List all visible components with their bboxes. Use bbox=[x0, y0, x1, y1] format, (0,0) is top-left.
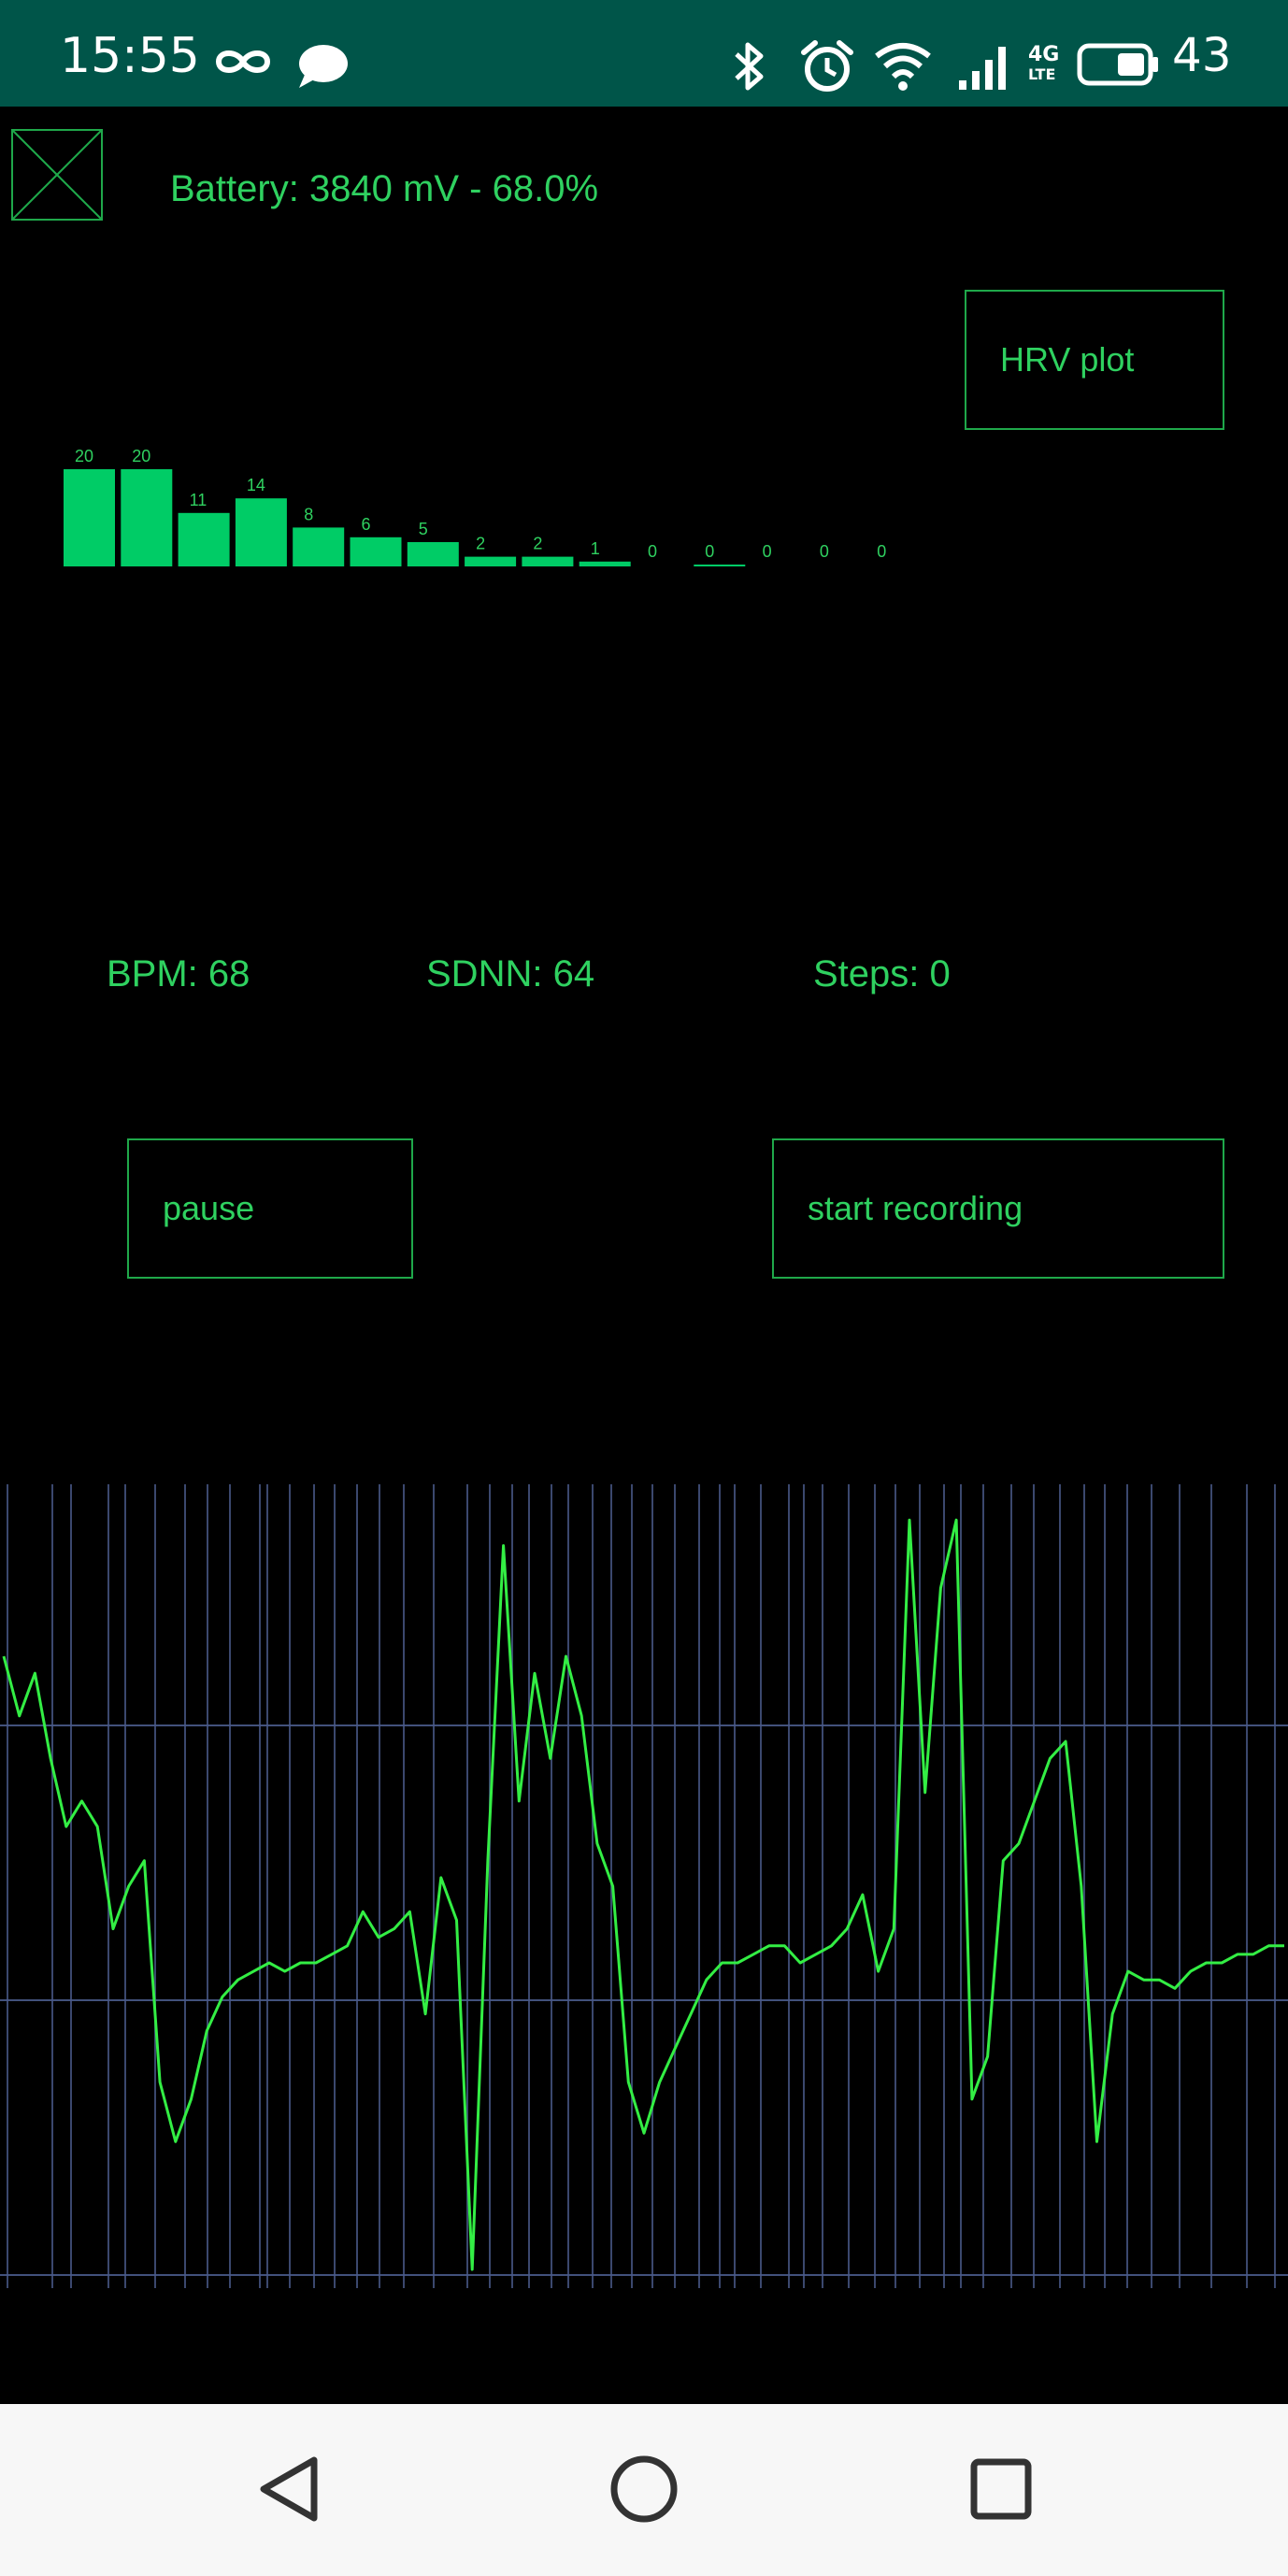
histogram-bar-label: 0 bbox=[820, 542, 829, 561]
battery-status-text: Battery: 3840 mV - 68.0% bbox=[170, 168, 599, 209]
back-icon[interactable] bbox=[237, 2438, 340, 2540]
histogram-bar-label: 11 bbox=[190, 491, 208, 509]
status-battery-percent: 43 bbox=[1172, 28, 1232, 82]
histogram-bar bbox=[350, 537, 402, 566]
message-icon bbox=[299, 45, 348, 88]
ecg-trace-line bbox=[2, 1518, 1284, 2271]
histogram-bar-label: 20 bbox=[132, 447, 150, 465]
histogram-bar bbox=[121, 469, 173, 566]
start-recording-button-label: start recording bbox=[808, 1189, 1023, 1227]
home-icon[interactable] bbox=[593, 2438, 695, 2540]
histogram-bar-label: 0 bbox=[705, 542, 714, 561]
histogram-bar-label: 0 bbox=[648, 542, 657, 561]
wifi-icon bbox=[875, 43, 931, 91]
network-sub-label: LTE bbox=[1028, 65, 1056, 83]
histogram-bar bbox=[522, 556, 574, 566]
histogram-bar-label: 0 bbox=[877, 542, 886, 561]
battery-icon bbox=[1077, 43, 1158, 86]
histogram-bar-label: 2 bbox=[533, 535, 542, 553]
ecg-waveform-chart bbox=[0, 1484, 1288, 2288]
histogram-bar bbox=[579, 561, 631, 566]
histogram-bar bbox=[178, 512, 230, 566]
bluetooth-icon bbox=[735, 42, 764, 91]
steps-readout: Steps: 0 bbox=[813, 953, 951, 995]
sdnn-readout: SDNN: 64 bbox=[426, 953, 595, 995]
histogram-bar-label: 14 bbox=[247, 476, 265, 494]
pause-button-label: pause bbox=[163, 1189, 255, 1227]
histogram-bar bbox=[235, 498, 287, 566]
bpm-readout: BPM: 68 bbox=[107, 953, 250, 995]
hrv-plot-button[interactable]: HRV plot bbox=[965, 290, 1224, 430]
histogram-bar-label: 6 bbox=[362, 515, 371, 534]
navigation-bar bbox=[0, 2404, 1288, 2576]
status-bar: 15:55 4G LTE 43 bbox=[0, 0, 1288, 107]
histogram-bar bbox=[293, 527, 345, 566]
histogram-bar-label: 0 bbox=[763, 542, 772, 561]
histogram-bar-label: 2 bbox=[476, 535, 485, 553]
histogram-bar bbox=[465, 556, 517, 566]
histogram-bar-label: 1 bbox=[591, 539, 600, 558]
network-label: 4G bbox=[1028, 43, 1060, 66]
histogram-bar-label: 8 bbox=[304, 505, 313, 523]
hrv-plot-button-label: HRV plot bbox=[1000, 340, 1135, 379]
image-placeholder-icon bbox=[11, 129, 103, 221]
signal-icon bbox=[959, 47, 1006, 90]
histogram-bar bbox=[407, 542, 459, 566]
histogram-bar bbox=[64, 469, 115, 566]
status-time: 15:55 bbox=[60, 28, 200, 84]
alarm-icon bbox=[801, 40, 853, 92]
histogram-bar-label: 5 bbox=[419, 520, 428, 538]
infinity-icon bbox=[215, 50, 271, 73]
histogram-bar-label: 20 bbox=[75, 447, 93, 465]
start-recording-button[interactable]: start recording bbox=[772, 1138, 1224, 1279]
rr-histogram-chart: 20 20 11 14 8 6 5 2 2 1 0 0 0 0 0 bbox=[64, 447, 886, 566]
4g-lte-icon: 4G LTE bbox=[1028, 45, 1066, 82]
app-screen: 15:55 4G LTE 43 Battery: 3840 mV - 68.0%… bbox=[0, 0, 1288, 2576]
recent-apps-icon[interactable] bbox=[950, 2438, 1052, 2540]
histogram-bar bbox=[694, 565, 746, 566]
pause-button[interactable]: pause bbox=[127, 1138, 413, 1279]
